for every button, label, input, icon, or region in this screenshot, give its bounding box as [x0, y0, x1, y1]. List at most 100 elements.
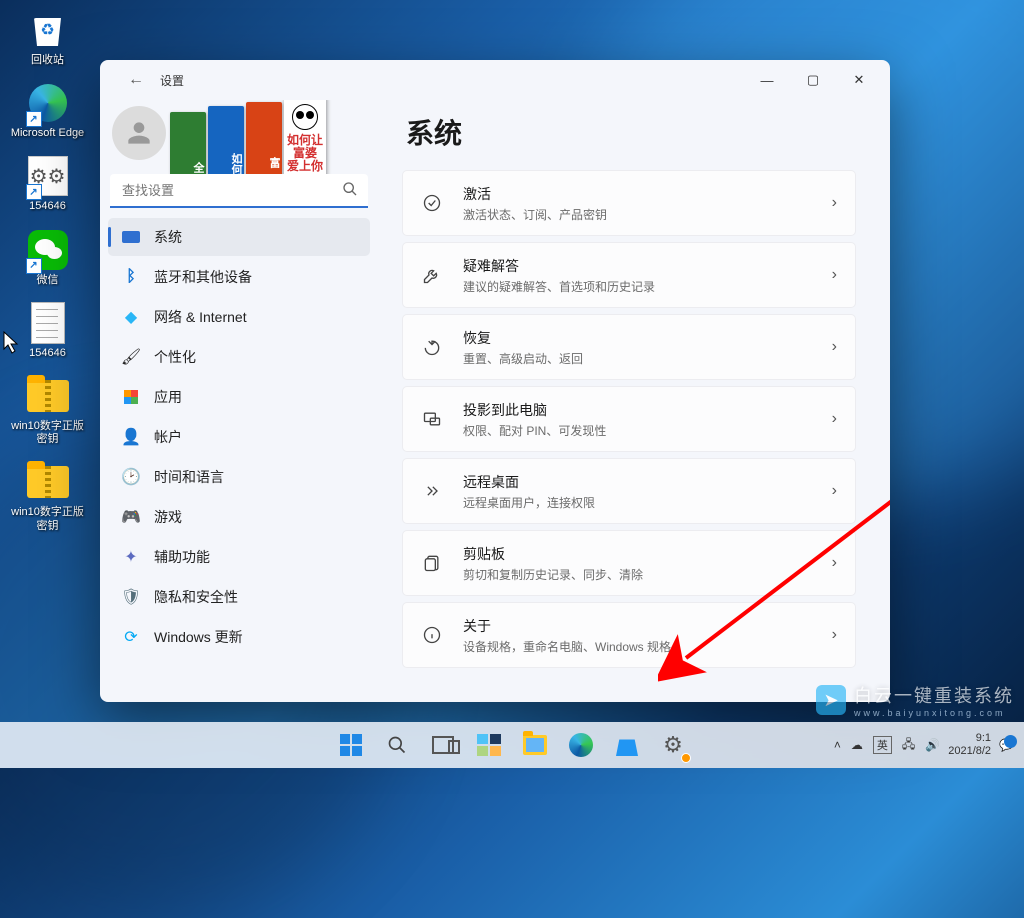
- taskbar-taskview[interactable]: [423, 725, 463, 765]
- chevron-right-icon: ›: [832, 626, 837, 644]
- maximize-button[interactable]: ▢: [790, 64, 836, 96]
- nav-accessibility[interactable]: ✦辅助功能: [108, 538, 370, 576]
- content-area: 系统 激活激活状态、订阅、产品密钥 › 疑难解答建议的疑难解答、首选项和历史记录…: [378, 100, 890, 702]
- nav-privacy[interactable]: 🛡隐私和安全性: [108, 578, 370, 616]
- chevron-right-icon: ›: [832, 482, 837, 500]
- page-heading: 系统: [406, 112, 856, 152]
- tray-ime[interactable]: 英: [873, 736, 892, 754]
- taskbar-search[interactable]: [377, 725, 417, 765]
- system-icon: [122, 231, 140, 243]
- accessibility-icon: ✦: [122, 548, 140, 566]
- chevron-right-icon: ›: [832, 266, 837, 284]
- sidebar: 全 如何 富 如何让 富婆 爱上你: [100, 100, 378, 702]
- desktop-label: win10数字正版密钥: [8, 506, 88, 532]
- gamepad-icon: 🎮: [122, 508, 140, 526]
- window-title: 设置: [160, 72, 184, 89]
- search-icon: [342, 181, 358, 201]
- tray-clock[interactable]: 9:1 2021/8/2: [948, 732, 991, 757]
- nav-network[interactable]: ◆网络 & Internet: [108, 298, 370, 336]
- clipboard-icon: [421, 553, 443, 573]
- card-about[interactable]: 关于设备规格，重命名电脑、Windows 规格 ›: [402, 602, 856, 668]
- wechat-icon: [28, 230, 68, 270]
- minimize-button[interactable]: —: [744, 64, 790, 96]
- check-circle-icon: [421, 193, 443, 213]
- zip-folder-icon: [27, 466, 69, 498]
- chevron-right-icon: ›: [832, 338, 837, 356]
- nav-accounts[interactable]: 👤帐户: [108, 418, 370, 456]
- tray-network-icon[interactable]: 🖧: [902, 735, 915, 756]
- settings-window: ← 设置 — ▢ ✕ 全 如何 富 如何让 富婆: [100, 60, 890, 702]
- titlebar[interactable]: ← 设置 — ▢ ✕: [100, 60, 890, 100]
- brush-icon: 🖌: [122, 348, 140, 366]
- desktop-label: 154646: [29, 347, 66, 360]
- card-activation[interactable]: 激活激活状态、订阅、产品密钥 ›: [402, 170, 856, 236]
- nav-time-language[interactable]: 🕑时间和语言: [108, 458, 370, 496]
- search-input[interactable]: [110, 174, 368, 208]
- desktop-gearbox[interactable]: ⚙⚙ 154646: [8, 154, 88, 213]
- edge-icon: [569, 733, 593, 757]
- desktop-recycle-bin[interactable]: 回收站: [8, 8, 88, 67]
- tray-notifications-icon[interactable]: 💬: [999, 738, 1014, 752]
- avatar-icon: [112, 106, 166, 160]
- taskview-icon: [432, 736, 454, 754]
- taskbar-edge[interactable]: [561, 725, 601, 765]
- gear-icon: ⚙: [663, 732, 683, 758]
- bluetooth-icon: ᛒ: [122, 268, 140, 286]
- taskbar-widgets[interactable]: [469, 725, 509, 765]
- card-recovery[interactable]: 恢复重置、高级启动、返回 ›: [402, 314, 856, 380]
- nav-personalization[interactable]: 🖌个性化: [108, 338, 370, 376]
- nav-list: 系统 ᛒ蓝牙和其他设备 ◆网络 & Internet 🖌个性化 应用 👤帐户 🕑…: [108, 218, 370, 656]
- chevron-right-icon: ›: [832, 554, 837, 572]
- wifi-icon: ◆: [122, 308, 140, 326]
- gear-icon: ⚙⚙: [28, 156, 68, 196]
- start-button[interactable]: [331, 725, 371, 765]
- sync-icon: ⟳: [122, 628, 140, 646]
- tray-chevron-icon[interactable]: ˄: [834, 738, 841, 752]
- desktop-folder-1[interactable]: win10数字正版密钥: [8, 374, 88, 446]
- store-icon: [616, 734, 638, 756]
- edge-icon: [29, 84, 67, 122]
- nav-windows-update[interactable]: ⟳Windows 更新: [108, 618, 370, 656]
- nav-system[interactable]: 系统: [108, 218, 370, 256]
- chevron-right-icon: ›: [832, 194, 837, 212]
- taskbar-explorer[interactable]: [515, 725, 555, 765]
- taskbar-settings[interactable]: ⚙: [653, 725, 693, 765]
- close-button[interactable]: ✕: [836, 64, 882, 96]
- desktop: 回收站 Microsoft Edge ⚙⚙ 154646 微信 154646 w…: [0, 0, 95, 533]
- wrench-icon: [421, 265, 443, 285]
- taskbar-store[interactable]: [607, 725, 647, 765]
- desktop-label: 回收站: [31, 54, 64, 67]
- watermark: ➤ 白云一键重装系统 www.baiyunxitong.com: [816, 682, 1014, 718]
- tray-onedrive-icon[interactable]: ☁: [851, 738, 863, 752]
- desktop-label: Microsoft Edge: [11, 127, 84, 140]
- zip-folder-icon: [27, 380, 69, 412]
- desktop-wechat[interactable]: 微信: [8, 228, 88, 287]
- nav-gaming[interactable]: 🎮游戏: [108, 498, 370, 536]
- windows-icon: [340, 734, 362, 756]
- text-file-icon: [31, 302, 65, 344]
- apps-icon: [124, 390, 138, 404]
- system-tray[interactable]: ˄ ☁ 英 🖧 🔊 9:1 2021/8/2 💬: [834, 732, 1024, 757]
- search-icon: [387, 735, 407, 755]
- profile-area[interactable]: 全 如何 富 如何让 富婆 爱上你: [108, 100, 370, 170]
- desktop-label: win10数字正版密钥: [8, 420, 88, 446]
- nav-apps[interactable]: 应用: [108, 378, 370, 416]
- card-project[interactable]: 投影到此电脑权限、配对 PIN、可发现性 ›: [402, 386, 856, 452]
- person-icon: 👤: [122, 428, 140, 446]
- project-icon: [421, 409, 443, 429]
- clock-icon: 🕑: [122, 468, 140, 486]
- desktop-edge[interactable]: Microsoft Edge: [8, 81, 88, 140]
- back-button[interactable]: ←: [118, 67, 154, 93]
- nav-bluetooth[interactable]: ᛒ蓝牙和其他设备: [108, 258, 370, 296]
- remote-icon: [421, 481, 443, 501]
- tray-volume-icon[interactable]: 🔊: [925, 738, 940, 752]
- card-troubleshoot[interactable]: 疑难解答建议的疑难解答、首选项和历史记录 ›: [402, 242, 856, 308]
- card-remote-desktop[interactable]: 远程桌面远程桌面用户，连接权限 ›: [402, 458, 856, 524]
- desktop-label: 154646: [29, 200, 66, 213]
- taskbar: ⚙ ˄ ☁ 英 🖧 🔊 9:1 2021/8/2 💬: [0, 722, 1024, 768]
- desktop-textfile[interactable]: 154646: [8, 301, 88, 360]
- info-icon: [421, 625, 443, 645]
- card-clipboard[interactable]: 剪贴板剪切和复制历史记录、同步、清除 ›: [402, 530, 856, 596]
- desktop-folder-2[interactable]: win10数字正版密钥: [8, 460, 88, 532]
- search-box[interactable]: [110, 174, 368, 208]
